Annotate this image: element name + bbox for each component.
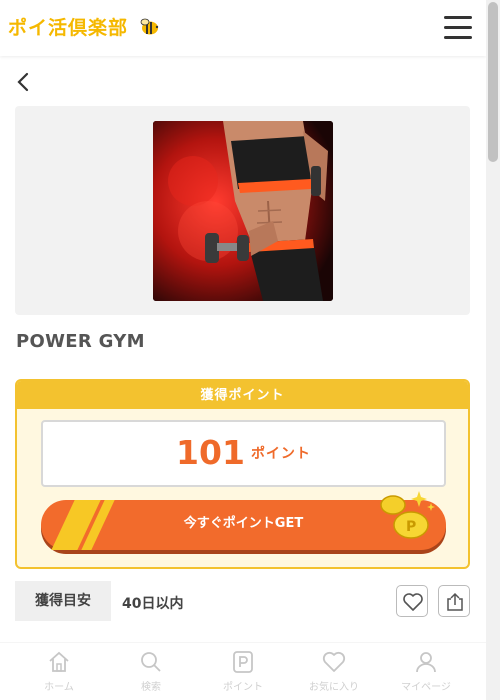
heart-icon: [403, 593, 423, 611]
svg-text:P: P: [406, 519, 416, 535]
get-points-button-label: 今すぐポイントGET: [183, 516, 304, 531]
points-unit: ポイント: [250, 446, 311, 462]
logo-text: ポイ活倶楽部: [8, 17, 129, 39]
acquisition-estimate-value: 40日以内: [122, 596, 184, 612]
chevron-left-icon[interactable]: [14, 70, 34, 94]
bee-icon: [140, 18, 158, 35]
nav-points[interactable]: ポイント: [208, 649, 278, 693]
coins-icon: P: [380, 491, 435, 539]
acquisition-estimate-label: 獲得目安: [15, 581, 111, 621]
offer-title: POWER GYM: [16, 331, 145, 352]
share-icon: [447, 592, 463, 611]
nav-home[interactable]: ホーム: [24, 649, 94, 693]
nav-mypage-label: マイページ: [401, 682, 451, 693]
scrollbar-thumb[interactable]: [488, 2, 498, 162]
points-display: 101 ポイント: [41, 420, 446, 487]
share-button[interactable]: [438, 585, 470, 617]
search-icon: [141, 652, 161, 672]
home-icon: [49, 651, 69, 672]
favorite-button[interactable]: [396, 585, 428, 617]
user-icon: [416, 652, 436, 673]
points-card-header: 獲得ポイント: [17, 381, 468, 409]
app-header: ポイ活倶楽部: [0, 0, 486, 56]
offer-image: [153, 121, 333, 301]
nav-search[interactable]: 検索: [116, 649, 186, 693]
nav-mypage[interactable]: マイページ: [391, 649, 461, 693]
heart-icon: [322, 651, 346, 672]
nav-favorites[interactable]: お気に入り: [299, 649, 369, 693]
point-p-icon: [233, 651, 253, 673]
points-card: 獲得ポイント 101 ポイント 今すぐポイントGET P: [15, 379, 470, 569]
nav-search-label: 検索: [141, 682, 161, 693]
site-logo[interactable]: ポイ活倶楽部: [8, 13, 160, 40]
nav-favorites-label: お気に入り: [309, 682, 359, 693]
hamburger-menu-icon[interactable]: [442, 14, 474, 42]
nav-points-label: ポイント: [223, 682, 263, 693]
page-scrollbar[interactable]: [486, 0, 500, 700]
points-value: 101: [176, 433, 245, 472]
nav-home-label: ホーム: [44, 682, 74, 693]
bottom-navigation: ホーム 検索 ポイント お気に入り マイページ: [0, 642, 486, 700]
